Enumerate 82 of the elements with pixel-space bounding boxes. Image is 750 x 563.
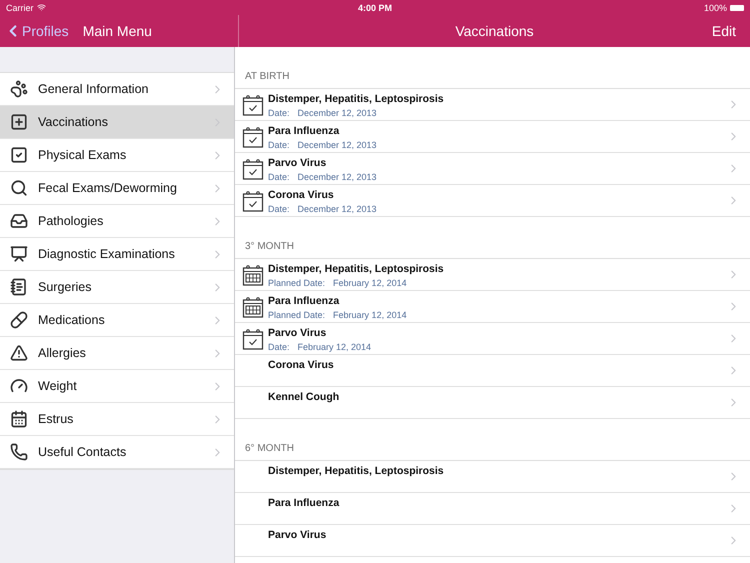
battery-percent: 100%: [704, 2, 728, 12]
date-label: Date:: [268, 204, 290, 214]
menu-item-label: Diagnostic Examinations: [38, 247, 176, 261]
search-icon: [10, 179, 28, 197]
date-value: December 12, 2013: [298, 172, 377, 182]
paw-icon: [10, 80, 28, 98]
calendar-check-icon: [242, 158, 264, 180]
date-value: December 12, 2013: [298, 108, 377, 118]
menu-item-label: Physical Exams: [38, 148, 128, 162]
plus-icon: [10, 113, 28, 131]
vaccination-row[interactable]: Distemper, Hepatitis, Leptospirosis: [235, 461, 750, 493]
vaccine-name: Parvo Virus: [268, 157, 328, 169]
vaccine-name: Para Influenza: [268, 125, 340, 137]
back-link[interactable]: Profiles: [4, 22, 69, 40]
calendar-grid-icon: [242, 264, 264, 286]
notepad-icon: [10, 278, 28, 296]
vaccine-name: Distemper, Hepatitis, Leptospirosis: [268, 465, 445, 477]
vaccination-row[interactable]: Distemper, Hepatitis, Leptospirosis Date: December 12, 2013: [235, 89, 750, 121]
calendar-check-icon: [242, 94, 264, 116]
date-value: February 12, 2014: [298, 342, 372, 352]
nav-title: Main Menu: [82, 23, 152, 39]
vaccine-name: Kennel Cough: [268, 391, 340, 403]
vaccine-name: Corona Virus: [268, 189, 335, 201]
vaccine-name: Para Influenza: [268, 497, 340, 509]
calendar-check-icon: [242, 190, 264, 212]
vaccination-row[interactable]: Distemper, Hepatitis, Leptospirosis Planned Date: February 12, 2014: [235, 259, 750, 291]
vaccination-row[interactable]: Parvo Virus: [235, 525, 750, 557]
vaccine-name: Distemper, Hepatitis, Leptospirosis: [268, 93, 445, 105]
status-time: 4:00 PM: [358, 2, 392, 12]
menu-item-label: Surgeries: [38, 280, 92, 294]
date-label: Date:: [268, 108, 290, 118]
vaccination-row[interactable]: Para Influenza Planned Date: February 12, 2014: [235, 291, 750, 323]
date-label: Planned Date:: [268, 278, 326, 288]
battery-icon: [730, 4, 744, 10]
vaccination-row[interactable]: Corona Virus Date: December 12, 2013: [235, 185, 750, 217]
vaccination-row[interactable]: Para Influenza Date: December 12, 2013: [235, 121, 750, 153]
checkbox-icon: [10, 146, 28, 164]
calendar-grid-icon: [242, 296, 264, 318]
date-label: Date:: [268, 140, 290, 150]
vaccination-row[interactable]: Kennel Cough: [235, 387, 750, 419]
date-label: Date:: [268, 342, 290, 352]
menu-item-label: Vaccinations: [38, 115, 109, 129]
gauge-icon: [10, 377, 28, 395]
menu-item-label: Estrus: [38, 412, 74, 426]
presentation-icon: [10, 245, 28, 263]
calendar-icon: [10, 410, 28, 428]
date-value: December 12, 2013: [298, 140, 377, 150]
menu-item-label: Allergies: [38, 346, 87, 360]
nav-title: Vaccinations: [455, 23, 534, 39]
date-label: Planned Date:: [268, 310, 326, 320]
calendar-check-icon: [242, 328, 264, 350]
vaccination-row[interactable]: Parvo Virus Date: December 12, 2013: [235, 153, 750, 185]
vaccine-name: Corona Virus: [268, 359, 335, 371]
phone-icon: [10, 443, 28, 461]
vaccine-name: Distemper, Hepatitis, Leptospirosis: [268, 263, 445, 275]
menu-item[interactable]: Vaccinations: [0, 106, 234, 139]
calendar-check-icon: [242, 126, 264, 148]
edit-button[interactable]: Edit: [712, 23, 736, 39]
warning-icon: [10, 344, 28, 362]
section-header: AT BIRTH: [244, 70, 290, 84]
vaccination-row[interactable]: Corona Virus: [235, 355, 750, 387]
date-value: February 12, 2014: [333, 278, 407, 288]
menu-item-label: Weight: [38, 379, 78, 393]
tray-icon: [10, 212, 28, 230]
section-header: 6° MONTH: [244, 442, 295, 456]
vaccine-name: Parvo Virus: [268, 529, 328, 541]
pill-icon: [10, 311, 28, 329]
date-value: February 12, 2014: [333, 310, 407, 320]
vaccine-name: Para Influenza: [268, 295, 340, 307]
menu-item-label: Pathologies: [38, 214, 104, 228]
menu-item-label: General Information: [38, 82, 150, 96]
menu-item-label: Useful Contacts: [38, 445, 128, 459]
vaccine-name: Parvo Virus: [268, 327, 328, 339]
vaccination-row[interactable]: Parvo Virus Date: February 12, 2014: [235, 323, 750, 355]
date-value: December 12, 2013: [298, 204, 377, 214]
section-header: 3° MONTH: [244, 240, 295, 254]
wifi-icon: [36, 3, 46, 12]
menu-item-label: Medications: [38, 313, 106, 327]
carrier-label: Carrier: [6, 2, 34, 12]
menu-item-label: Fecal Exams/Deworming: [38, 181, 178, 195]
vaccination-row[interactable]: Para Influenza: [235, 493, 750, 525]
date-label: Date:: [268, 172, 290, 182]
